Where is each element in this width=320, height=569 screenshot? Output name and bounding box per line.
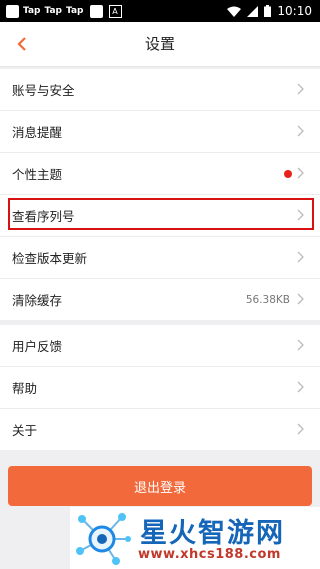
settings-row-help[interactable]: 帮助 [0, 367, 320, 409]
watermark-brand: 星火智游网 [140, 518, 285, 549]
status-app-label: Tap [23, 6, 41, 16]
clock: 10:10 [277, 4, 312, 18]
row-label: 用户反馈 [12, 339, 63, 354]
settings-row-feedback[interactable]: 用户反馈 [0, 325, 320, 367]
wifi-icon [227, 6, 242, 17]
chevron-right-icon [297, 83, 304, 95]
row-label: 消息提醒 [12, 125, 63, 140]
row-label: 账号与安全 [12, 83, 75, 98]
watermark-url: www.xhcs188.com [138, 547, 281, 562]
chevron-right-icon [297, 251, 304, 263]
status-bar: Tap Tap Tap A 10:10 [0, 0, 320, 22]
row-label: 个性主题 [12, 167, 63, 182]
chevron-right-icon [297, 381, 304, 393]
chevron-right-icon [297, 167, 304, 179]
chevron-right-icon [297, 125, 304, 137]
app-badge-icon: A [108, 4, 122, 18]
highlight-box [8, 198, 314, 230]
page-title: 设置 [144, 35, 175, 53]
logout-button[interactable]: 退出登录 [8, 466, 312, 506]
signal-icon [247, 5, 259, 17]
row-label: 检查版本更新 [12, 251, 88, 266]
chevron-right-icon [297, 339, 304, 351]
cache-size: 56.38KB [245, 293, 290, 306]
red-dot-badge [284, 170, 292, 178]
status-app-label: Tap [66, 6, 84, 16]
battery-icon [264, 5, 272, 17]
settings-row-clear-cache[interactable]: 清除缓存 56.38KB [0, 279, 320, 320]
settings-row-theme[interactable]: 个性主题 [0, 153, 320, 195]
chevron-right-icon [297, 423, 304, 435]
settings-row-message-alerts[interactable]: 消息提醒 [0, 111, 320, 153]
notification-icon [89, 4, 103, 18]
settings-group-support: 用户反馈 帮助 关于 [0, 325, 320, 450]
settings-row-check-update[interactable]: 检查版本更新 [0, 237, 320, 279]
status-app-label: Tap [44, 6, 63, 16]
settings-group-account: 账号与安全 消息提醒 个性主题 查看序列号 检查版本更新 清除缓存 56.38K… [0, 69, 320, 320]
network-logo-icon [76, 513, 131, 565]
row-label: 清除缓存 [12, 293, 63, 308]
row-label: 帮助 [12, 381, 38, 396]
watermark: 星火智游网 www.xhcs188.com [70, 507, 320, 569]
chevron-right-icon [297, 293, 304, 305]
nav-bar: 设置 [0, 22, 320, 67]
row-label: 关于 [12, 423, 38, 438]
notification-icon [6, 4, 19, 18]
settings-row-account-security[interactable]: 账号与安全 [0, 69, 320, 111]
settings-row-about[interactable]: 关于 [0, 409, 320, 450]
